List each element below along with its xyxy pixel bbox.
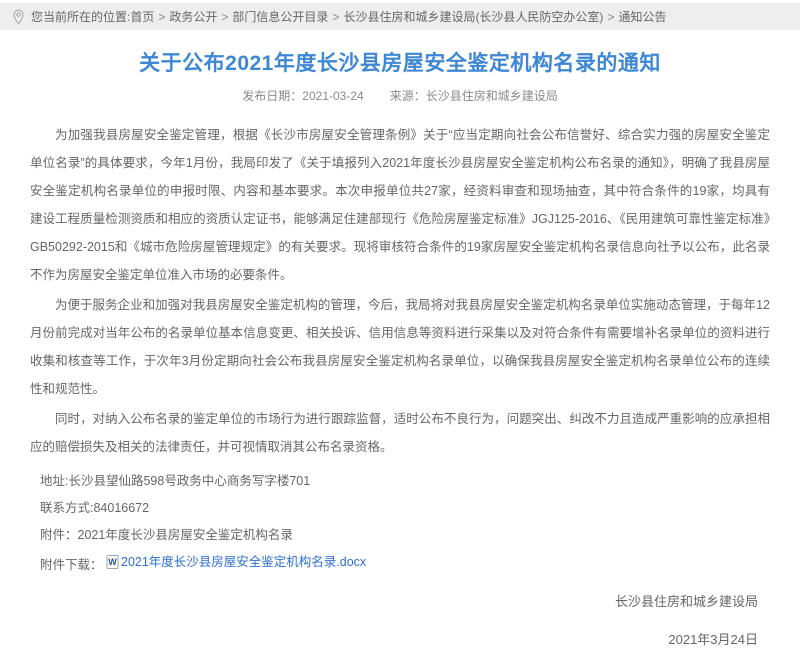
breadcrumb-separator: > xyxy=(332,10,339,24)
attachment-name: 2021年度长沙县房屋安全鉴定机构名录 xyxy=(78,528,293,542)
breadcrumb-item[interactable]: 政务公开 xyxy=(169,10,217,24)
breadcrumb-item[interactable]: 首页 xyxy=(130,10,154,24)
signature: 长沙县住房和城乡建设局 2021年3月24日 xyxy=(0,591,800,654)
source-label: 来源： xyxy=(390,89,426,103)
attachment-label: 附件： xyxy=(40,528,78,542)
source-value: 长沙县住房和城乡建设局 xyxy=(426,89,558,103)
word-doc-icon[interactable]: W xyxy=(106,555,119,569)
publish-date-label: 发布日期： xyxy=(242,89,302,103)
attachment-download-label: 附件下载： xyxy=(40,558,103,572)
page-title: 关于公布2021年度长沙县房屋安全鉴定机构名录的通知 xyxy=(0,47,800,77)
publish-date: 2021-03-24 xyxy=(302,89,363,103)
breadcrumb-prefix: 您当前所在的位置: xyxy=(31,8,130,25)
address-line: 地址:长沙县望仙路598号政务中心商务写字楼701 xyxy=(0,471,800,491)
breadcrumb-separator: > xyxy=(221,10,228,24)
breadcrumb-item[interactable]: 长沙县住房和城乡建设局(长沙县人民防空办公室) xyxy=(343,10,603,24)
breadcrumb-separator: > xyxy=(607,10,614,24)
breadcrumb-separator: > xyxy=(158,10,165,24)
body-paragraph: 为加强我县房屋安全鉴定管理，根据《长沙市房屋安全管理条例》关于“应当定期向社会公… xyxy=(30,121,770,289)
contact-line: 联系方式:84016672 xyxy=(0,498,800,518)
article-meta: 发布日期：2021-03-24 来源：长沙县住房和城乡建设局 xyxy=(0,87,800,104)
page: 您当前所在的位置: 首页 > 政务公开 > 部门信息公开目录 > 长沙县住房和城乡建设局(长… xyxy=(0,3,800,537)
attachment-download-link[interactable]: W 2021年度长沙县房屋安全鉴定机构名录.docx xyxy=(106,552,366,572)
breadcrumb-item[interactable]: 部门信息公开目录 xyxy=(232,10,328,24)
breadcrumb: 您当前所在的位置: 首页 > 政务公开 > 部门信息公开目录 > 长沙县住房和城乡建设局(长… xyxy=(0,3,800,30)
location-pin-icon xyxy=(12,9,25,25)
svg-text:W: W xyxy=(108,557,117,567)
body-paragraph: 为便于服务企业和加强对我县房屋安全鉴定机构的管理，今后，我局将对我县房屋安全鉴定… xyxy=(30,291,770,403)
article-body: 为加强我县房屋安全鉴定管理，根据《长沙市房屋安全管理条例》关于“应当定期向社会公… xyxy=(0,121,800,461)
attachment-download-line: 附件下载： W 2021年度长沙县房屋安全鉴定机构名录.docx xyxy=(0,552,800,575)
signature-date: 2021年3月24日 xyxy=(0,626,758,654)
notice-article: 关于公布2021年度长沙县房屋安全鉴定机构名录的通知 发布日期：2021-03-… xyxy=(0,47,800,654)
attachment-file-name[interactable]: 2021年度长沙县房屋安全鉴定机构名录.docx xyxy=(121,552,366,572)
breadcrumb-item[interactable]: 通知公告 xyxy=(618,10,666,24)
signature-org: 长沙县住房和城乡建设局 xyxy=(0,591,758,610)
breadcrumb-items: 首页 > 政务公开 > 部门信息公开目录 > 长沙县住房和城乡建设局(长沙县人民防空办公室)… xyxy=(130,8,666,25)
attachment-line: 附件：2021年度长沙县房屋安全鉴定机构名录 xyxy=(0,525,800,545)
body-paragraph: 同时，对纳入公布名录的鉴定单位的市场行为进行跟踪监督，适时公布不良行为，问题突出… xyxy=(30,405,770,461)
